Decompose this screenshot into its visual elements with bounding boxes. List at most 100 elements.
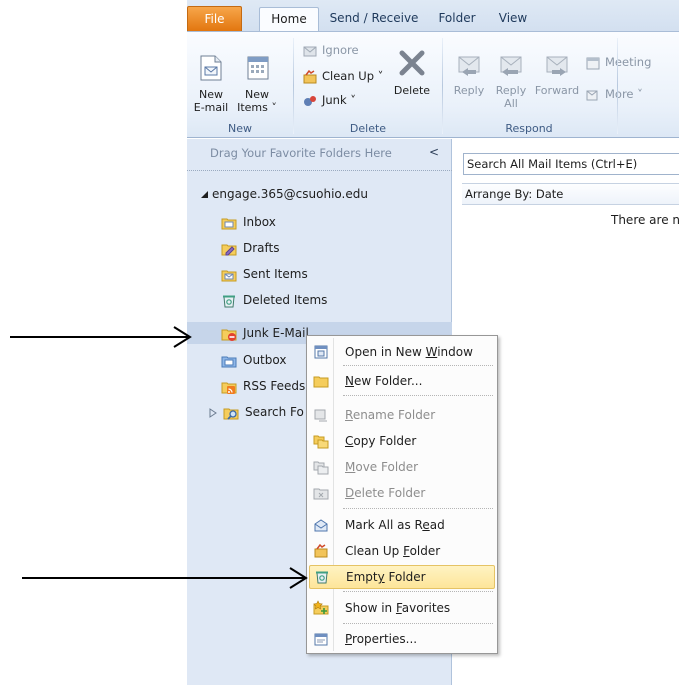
menu-label: elete Folder	[354, 486, 426, 500]
menu-empty-folder[interactable]: Empty Folder	[309, 565, 495, 589]
folder-inbox-label: Inbox	[243, 215, 276, 229]
reply-all-label-2: All	[504, 97, 518, 110]
tab-send-receive[interactable]: Send / Receive	[322, 7, 426, 31]
tab-view[interactable]: View	[487, 7, 539, 31]
new-email-button[interactable]: New E-mail	[191, 52, 231, 114]
folder-inbox[interactable]: Inbox	[221, 211, 276, 233]
search-mail-input[interactable]: Search All Mail Items (Ctrl+E)	[463, 153, 679, 175]
tab-folder[interactable]: Folder	[432, 7, 482, 31]
properties-icon	[314, 633, 328, 646]
folder-rss-feeds-label: RSS Feeds	[243, 379, 306, 393]
arrange-by-header[interactable]: Arrange By: Date	[462, 183, 679, 205]
meeting-icon	[586, 57, 600, 69]
forward-icon	[546, 56, 568, 76]
folder-drafts[interactable]: Drafts	[221, 237, 280, 259]
menu-label: Open in New	[345, 345, 426, 359]
menu-label: Show in	[345, 601, 396, 615]
menu-label: older	[409, 544, 441, 558]
menu-separator	[343, 395, 493, 396]
favorites-icon	[313, 600, 329, 615]
forward-label: Forward	[534, 84, 580, 97]
menu-rename-folder[interactable]: Rename Folder	[309, 403, 495, 427]
reply-all-button[interactable]: Reply All	[491, 50, 531, 110]
menu-label: opy Folder	[353, 434, 417, 448]
menu-separator	[343, 591, 493, 592]
menu-copy-folder[interactable]: Copy Folder	[309, 429, 495, 453]
junk-label[interactable]: Junk ˅	[322, 93, 356, 107]
folder-search-folders-label: Search Fo	[245, 405, 304, 419]
account-node[interactable]: engage.365@csuohio.edu	[200, 185, 368, 203]
sent-items-icon	[221, 270, 237, 281]
menu-label: Mark All as R	[345, 518, 423, 532]
menu-new-folder[interactable]: New Folder...	[309, 369, 495, 393]
reply-button[interactable]: Reply	[449, 50, 489, 97]
ribbon-divider	[617, 38, 618, 134]
menu-clean-up-folder[interactable]: Clean Up Folder	[309, 539, 495, 563]
ribbon-group-new: New E-mail New Items ˅ New	[187, 32, 293, 138]
menu-separator	[343, 365, 493, 366]
clean-up-icon	[303, 69, 317, 83]
menu-accel: D	[345, 486, 355, 500]
menu-label: ove Folder	[355, 460, 419, 474]
delete-button[interactable]: Delete	[390, 46, 434, 97]
clean-up-label[interactable]: Clean Up ˅	[322, 69, 383, 83]
menu-label: Folder	[384, 570, 426, 584]
menu-move-folder[interactable]: Move Folder	[309, 455, 495, 479]
new-window-icon	[314, 345, 328, 359]
menu-accel: N	[345, 374, 354, 388]
menu-delete-folder[interactable]: Delete Folder	[309, 481, 495, 505]
tab-home[interactable]: Home	[259, 7, 319, 32]
favorites-drop-zone[interactable]: Drag Your Favorite Folders Here	[187, 139, 452, 171]
menu-accel: W	[425, 345, 438, 359]
menu-open-in-new-window[interactable]: Open in New Window	[309, 340, 495, 364]
mark-all-read-icon	[314, 519, 328, 532]
reply-all-label-1: Reply	[495, 84, 527, 97]
menu-separator	[343, 508, 493, 509]
ignore-label: Ignore	[322, 43, 359, 57]
folder-rss-feeds[interactable]: RSS Feeds	[221, 375, 305, 397]
menu-mark-all-as-read[interactable]: Mark All as Read	[309, 513, 495, 537]
junk-email-icon	[221, 329, 237, 341]
menu-label: indow	[437, 345, 473, 359]
menu-show-in-favorites[interactable]: Show in Favorites	[309, 596, 495, 620]
ignore-button[interactable]: Ignore	[302, 40, 359, 60]
folder-deleted-items[interactable]: Deleted Items	[221, 289, 327, 311]
arrow-pointing-to-junk-email	[10, 326, 192, 348]
ribbon-group-delete: Ignore Clean Up ˅ Junk ˅ Delete Delete	[294, 32, 442, 138]
folder-search-folders[interactable]: Search Fo	[209, 401, 304, 423]
ignore-icon	[303, 46, 317, 56]
empty-folder-icon	[316, 571, 328, 584]
new-items-button[interactable]: New Items ˅	[235, 52, 279, 114]
meeting-button[interactable]: Meeting	[585, 52, 651, 72]
collapsed-triangle-icon[interactable]	[209, 407, 217, 418]
menu-accel: M	[345, 460, 356, 474]
menu-accel: P	[345, 632, 353, 646]
empty-list-message: There are no	[611, 213, 679, 227]
ribbon-group-new-label: New	[228, 122, 252, 135]
menu-label: ename Folder	[352, 408, 436, 422]
menu-label: ad	[429, 518, 445, 532]
favorites-hint-text: Drag Your Favorite Folders Here	[210, 146, 392, 160]
inbox-icon	[221, 218, 237, 229]
folder-outbox-label: Outbox	[243, 353, 287, 367]
forward-button[interactable]: Forward	[533, 50, 581, 97]
deleted-items-icon	[223, 295, 235, 307]
expanded-triangle-icon[interactable]	[200, 190, 209, 199]
reply-label: Reply	[453, 84, 485, 97]
menu-properties[interactable]: Properties...	[309, 627, 495, 651]
folder-outbox[interactable]: Outbox	[221, 349, 286, 371]
more-button[interactable]: More ˅	[585, 84, 643, 104]
folder-junk-email-label: Junk E-Mail	[243, 326, 309, 340]
copy-folder-icon	[313, 435, 329, 449]
collapse-pane-icon[interactable]: <	[429, 145, 439, 159]
new-items-icon	[247, 56, 269, 80]
tab-file[interactable]: File	[187, 6, 242, 31]
folder-context-menu: Open in New Window New Folder... Rename …	[306, 335, 498, 654]
delete-folder-icon	[313, 488, 329, 500]
clean-up-button[interactable]: Clean Up ˅	[302, 66, 383, 86]
new-folder-icon	[313, 376, 329, 388]
ribbon-group-respond-label: Respond	[505, 122, 553, 135]
menu-accel: y	[377, 570, 385, 584]
junk-button[interactable]: Junk ˅	[302, 90, 356, 110]
folder-sent-items[interactable]: Sent Items	[221, 263, 308, 285]
